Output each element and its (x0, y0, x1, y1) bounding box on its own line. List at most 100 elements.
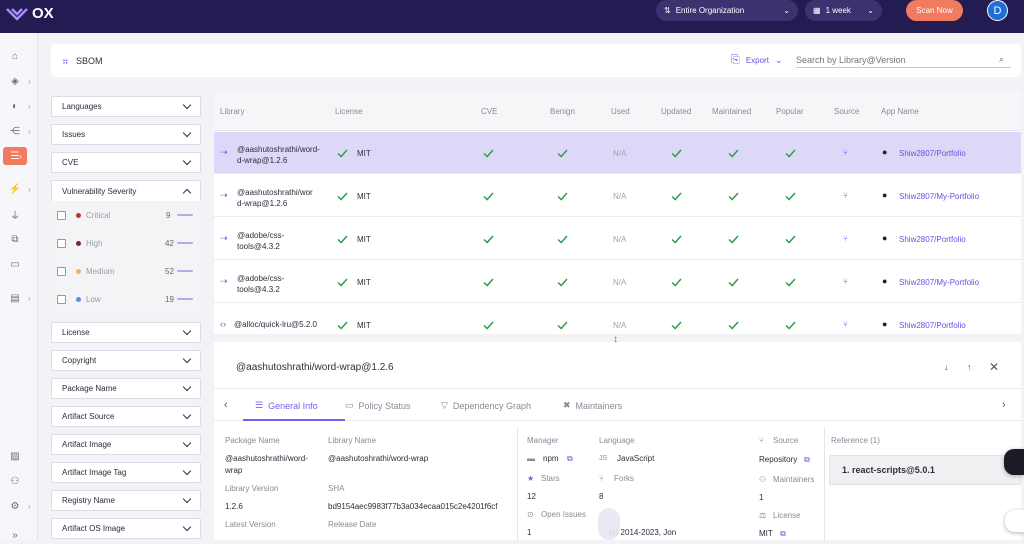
filter-copyright[interactable]: Copyright (51, 350, 201, 371)
scan-now-button[interactable]: Scan Now (906, 0, 963, 21)
library-name-cell: @adobe/css-tools@4.3.2 (237, 230, 327, 252)
filter-languages[interactable]: Languages (51, 96, 201, 117)
filter-artifact-image-tag[interactable]: Artifact Image Tag (51, 462, 201, 483)
tab-policy-status[interactable]: ▭ Policy Status (345, 400, 411, 411)
table-row[interactable]: ⇢ @aashutoshrathi/wor d-wrap@1.2.6 MIT N/A ⑂ ●… (214, 175, 1021, 217)
column-popular[interactable]: Popular (776, 107, 804, 116)
app-name-link[interactable]: Shiw2807/Portfolio (899, 321, 966, 330)
tab-general-info[interactable]: ☰ General Info (255, 400, 318, 411)
plug-icon[interactable]: ⏚ (3, 205, 27, 223)
left-navigation: ⌂ ◈ › ◐ › ⋲ › ☰ › ⚡ › ⏚ ⧉ ▭ ▤ › ▨ ⚇ ⚙ › » (0, 33, 38, 541)
severity-low[interactable]: Low 19 (51, 285, 201, 313)
open-issues-label: Open Issues (541, 510, 586, 519)
team-icon[interactable]: ⚇ (3, 472, 27, 490)
severity-bar (177, 270, 193, 272)
checkbox[interactable] (57, 238, 66, 248)
source-repo-icon[interactable]: ⑂ (843, 148, 848, 157)
column-source[interactable]: Source (834, 107, 859, 116)
expand-icon[interactable]: » (3, 526, 27, 544)
tabs-next-icon[interactable]: › (1002, 399, 1006, 411)
scroll-mouse-indicator (598, 508, 620, 540)
filter-vulnerability-severity[interactable]: Vulnerability Severity (51, 180, 201, 201)
assistant-launcher-icon[interactable] (1004, 449, 1024, 475)
table-row[interactable]: ⇢ @adobe/css-tools@4.3.2 MIT N/A ⑂ ● Shiw2807/… (214, 261, 1021, 303)
checkbox[interactable] (57, 294, 66, 304)
image-icon[interactable]: ▨ (3, 447, 27, 465)
resize-handle-icon[interactable]: ↕ (613, 334, 618, 345)
column-cve[interactable]: CVE (481, 107, 497, 116)
pipeline-icon[interactable]: ⋲ (3, 122, 27, 140)
column-license[interactable]: License (335, 107, 363, 116)
popular-check-icon (785, 149, 796, 158)
user-avatar[interactable]: D (987, 0, 1008, 21)
organization-selector[interactable]: ⇅ Entire Organization ⌄ (656, 0, 798, 21)
chevron-down-icon (182, 494, 192, 504)
chevron-down-icon (182, 466, 192, 476)
source-label: Source (773, 436, 799, 445)
external-link-icon[interactable]: ⧉ (804, 454, 810, 466)
table-row[interactable]: ⇢ @aashutoshrathi/word-d-wrap@1.2.6 MIT N/A… (214, 132, 1021, 174)
external-link-icon[interactable]: ⧉ (567, 453, 573, 465)
arrow-up-icon[interactable]: ↑ (967, 362, 972, 372)
updated-check-icon (671, 321, 682, 330)
reference-item[interactable]: 1. react-scripts@5.0.1 (829, 455, 1021, 485)
shield-icon[interactable]: ◐ (3, 97, 27, 115)
app-name-link[interactable]: Shiw2807/My-Portfolio (899, 192, 979, 201)
sha-label: SHA (328, 484, 345, 493)
close-icon[interactable]: ✕ (989, 360, 999, 374)
filter-registry-name[interactable]: Registry Name (51, 490, 201, 511)
export-button[interactable]: ⎘ Export ⌄ (731, 54, 782, 67)
used-cell: N/A (613, 149, 627, 158)
severity-critical[interactable]: Critical 9 (51, 201, 201, 229)
tab-maintainers[interactable]: ✖ Maintainers (563, 400, 622, 411)
filter-license[interactable]: License (51, 322, 201, 343)
settings-icon[interactable]: ⚙ (3, 497, 27, 515)
folder-icon[interactable]: ▭ (3, 255, 27, 273)
chevron-down-icon (182, 100, 192, 110)
sbom-list-icon[interactable]: ☰ (3, 147, 27, 165)
checkbox[interactable] (57, 210, 66, 220)
filter-label: Languages (62, 102, 102, 111)
tab-dependency-graph[interactable]: ▽ Dependency Graph (441, 400, 531, 411)
column-maintained[interactable]: Maintained (712, 107, 751, 116)
source-repo-icon[interactable]: ⑂ (843, 320, 848, 329)
app-name-link[interactable]: Shiw2807/Portfolio (899, 149, 966, 158)
home-icon[interactable]: ⌂ (3, 47, 27, 65)
filter-artifact-image[interactable]: Artifact Image (51, 434, 201, 455)
artifact-icon[interactable]: ⧉ (3, 230, 27, 248)
connector-icon[interactable]: ⚡ (3, 180, 27, 198)
library-name-value: @aashutoshrathi/word-wrap (328, 454, 429, 463)
column-used[interactable]: Used (611, 107, 630, 116)
column-app-name[interactable]: App Name (881, 107, 919, 116)
source-repo-icon[interactable]: ⑂ (843, 277, 848, 286)
report-icon[interactable]: ▤ (3, 289, 27, 307)
column-benign[interactable]: Benign (550, 107, 575, 116)
period-selector[interactable]: ▦ 1 week ⌄ (805, 0, 882, 21)
app-name-link[interactable]: Shiw2807/Portfolio (899, 235, 966, 244)
help-widget-icon[interactable] (1005, 510, 1024, 532)
external-link-icon[interactable]: ⧉ (780, 528, 786, 540)
ox-logo[interactable]: OX (6, 5, 54, 22)
tools-icon: ✖ (563, 400, 571, 410)
tabs-prev-icon[interactable]: ‹ (224, 399, 228, 411)
filter-issues[interactable]: Issues (51, 124, 201, 145)
source-repo-icon[interactable]: ⑂ (843, 234, 848, 243)
app-name-link[interactable]: Shiw2807/My-Portfolio (899, 278, 979, 287)
severity-label: Low (86, 294, 101, 304)
severity-count: 42 (165, 238, 174, 248)
checkbox[interactable] (57, 266, 66, 276)
severity-medium[interactable]: Medium 52 (51, 257, 201, 285)
filter-package-name[interactable]: Package Name (51, 378, 201, 399)
filter-cve[interactable]: CVE (51, 152, 201, 173)
maintainers-label: Maintainers (773, 475, 815, 484)
column-updated[interactable]: Updated (661, 107, 691, 116)
arrow-down-icon[interactable]: ↓ (944, 362, 949, 372)
column-library[interactable]: Library (220, 107, 244, 116)
severity-high[interactable]: High 42 (51, 229, 201, 257)
table-row[interactable]: ⇢ @adobe/css-tools@4.3.2 MIT N/A ⑂ ● Shiw2807/… (214, 218, 1021, 260)
filter-artifact-source[interactable]: Artifact Source (51, 406, 201, 427)
source-repo-icon[interactable]: ⑂ (843, 191, 848, 200)
search-input[interactable] (796, 52, 1011, 68)
filter-artifact-os-image[interactable]: Artifact OS Image (51, 518, 201, 539)
target-icon[interactable]: ◈ (3, 72, 27, 90)
